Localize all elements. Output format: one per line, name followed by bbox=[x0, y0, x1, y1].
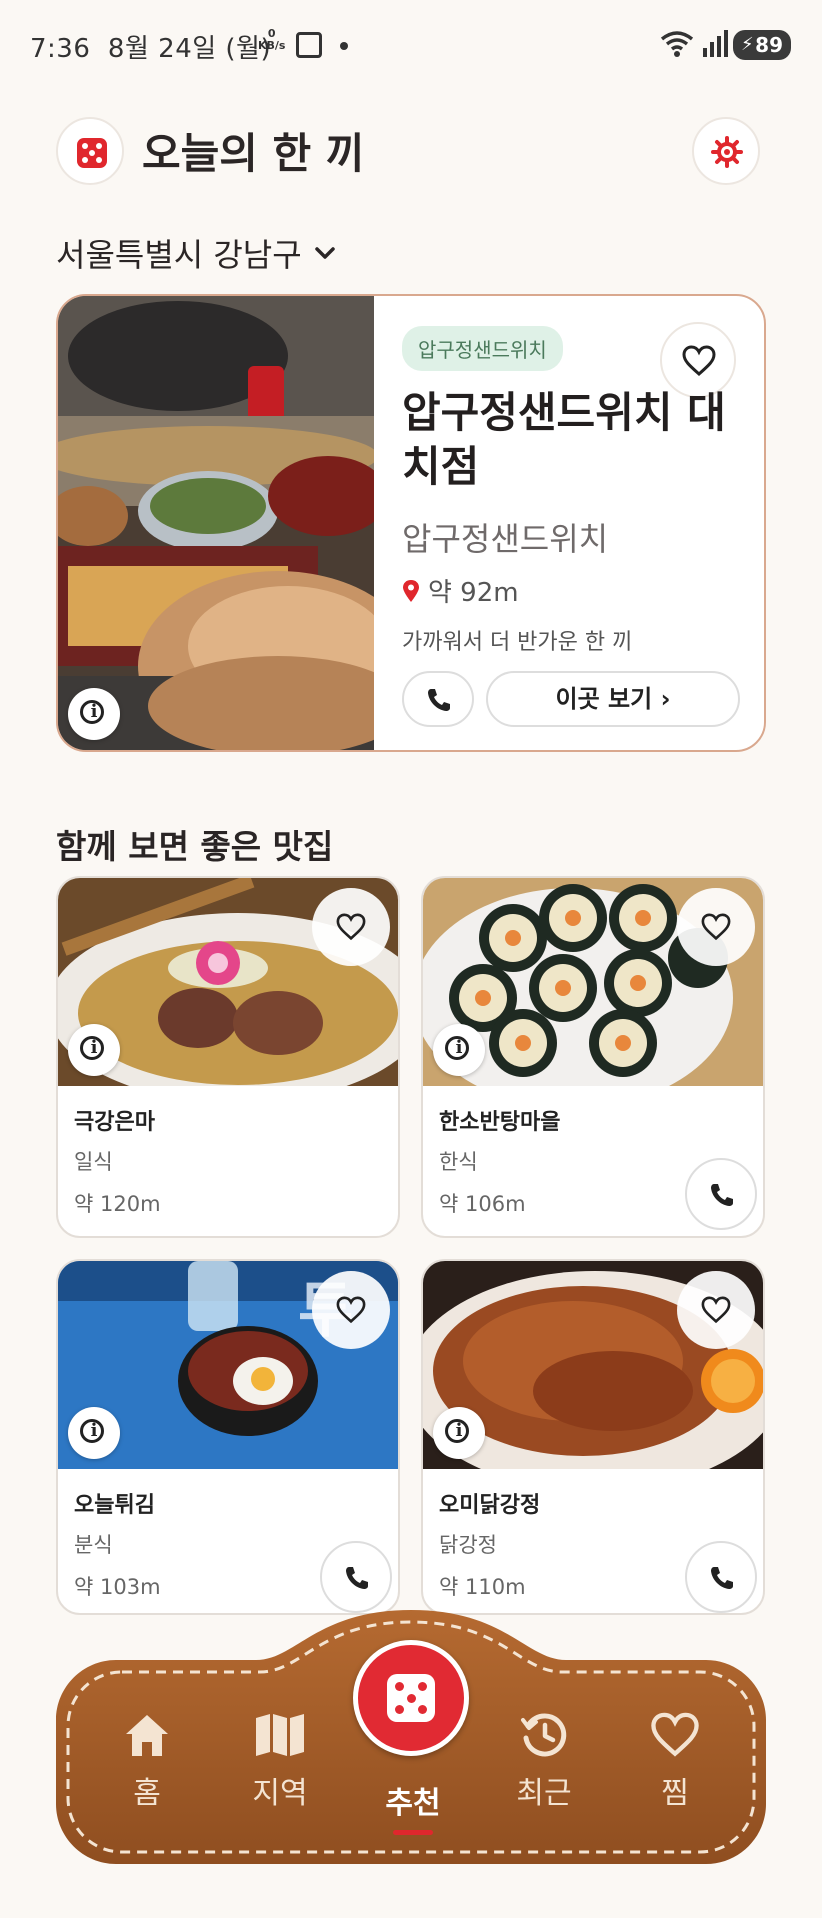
card-category: 분식 bbox=[74, 1533, 113, 1557]
active-tab-indicator bbox=[393, 1830, 433, 1835]
notification-dot-icon bbox=[340, 42, 348, 50]
featured-restaurant-card[interactable]: i 압구정샌드위치 압구정샌드위치 대치점 압구정샌드위치 약 92m 가까워서… bbox=[56, 294, 766, 752]
photo-info-button[interactable]: i bbox=[68, 1407, 120, 1459]
heart-icon bbox=[701, 1296, 731, 1324]
calendar-icon bbox=[296, 32, 322, 58]
info-icon: i bbox=[90, 701, 98, 722]
photo-info-button[interactable]: i bbox=[68, 1024, 120, 1076]
favorite-button[interactable] bbox=[312, 1271, 390, 1349]
random-dice-button[interactable] bbox=[56, 117, 124, 185]
featured-photo: i bbox=[58, 296, 374, 750]
location-selector[interactable]: 서울특별시 강남구 bbox=[56, 230, 336, 276]
photo-info-button[interactable]: i bbox=[433, 1024, 485, 1076]
photo-info-button[interactable]: i bbox=[433, 1407, 485, 1459]
nav-home[interactable]: 홈 bbox=[97, 1712, 197, 1812]
card-name: 한소반탕마을 bbox=[439, 1110, 561, 1135]
history-icon bbox=[521, 1713, 567, 1757]
restaurant-card[interactable]: i 한소반탕마을 한식 약 106m bbox=[421, 876, 765, 1238]
call-button[interactable] bbox=[685, 1541, 757, 1613]
dice-icon bbox=[77, 138, 107, 168]
battery-indicator: ⚡ 89 bbox=[733, 30, 791, 60]
app-title: 오늘의 한 끼 bbox=[142, 129, 365, 178]
home-icon bbox=[126, 1715, 168, 1756]
card-distance: 약 120m bbox=[74, 1192, 161, 1216]
chevron-down-icon bbox=[314, 247, 335, 259]
favorite-button[interactable] bbox=[677, 888, 755, 966]
signal-icon bbox=[703, 30, 728, 57]
dice-icon bbox=[387, 1674, 435, 1722]
phone-icon bbox=[428, 689, 450, 711]
heart-icon bbox=[701, 913, 731, 941]
card-category: 닭강정 bbox=[439, 1533, 497, 1557]
restaurant-card[interactable]: i 오미닭강정 닭강정 약 110m bbox=[421, 1259, 765, 1615]
call-button[interactable] bbox=[685, 1158, 757, 1230]
featured-tag: 압구정샌드위치 bbox=[402, 326, 563, 371]
nav-recommend[interactable]: 추천 bbox=[363, 1778, 463, 1822]
location-label: 서울특별시 강남구 bbox=[56, 236, 302, 274]
nav-favorites[interactable]: 찜 bbox=[625, 1712, 725, 1812]
call-button[interactable] bbox=[320, 1541, 392, 1613]
card-distance: 약 103m bbox=[74, 1575, 161, 1599]
view-place-button[interactable]: 이곳 보기 › bbox=[486, 671, 740, 727]
gear-icon bbox=[711, 136, 743, 168]
favorite-button[interactable] bbox=[677, 1271, 755, 1349]
card-distance: 약 110m bbox=[439, 1575, 526, 1599]
restaurant-card[interactable]: 투 i 오늘튀김 분식 약 103m bbox=[56, 1259, 400, 1615]
section-title: 함께 보면 좋은 맛집 bbox=[56, 827, 334, 866]
card-distance: 약 106m bbox=[439, 1192, 526, 1216]
phone-icon bbox=[711, 1184, 733, 1206]
info-icon: i bbox=[90, 1420, 98, 1441]
featured-note: 가까워서 더 반가운 한 끼 bbox=[402, 630, 633, 655]
net-speed: 0 KB/s bbox=[258, 27, 286, 52]
phone-icon bbox=[711, 1567, 733, 1589]
restaurant-card[interactable]: i 극강은마 일식 약 120m bbox=[56, 876, 400, 1238]
wifi-icon bbox=[660, 31, 694, 57]
card-name: 오늘튀김 bbox=[74, 1493, 155, 1518]
chevron-right-icon: › bbox=[660, 685, 671, 713]
status-bar: 7:36 8월 24일 (월) 0 KB/s ⚡ 89 bbox=[0, 0, 822, 92]
nav-recommend-dice-button[interactable] bbox=[353, 1640, 469, 1756]
nav-recent[interactable]: 최근 bbox=[494, 1712, 594, 1812]
favorite-button[interactable] bbox=[312, 888, 390, 966]
heart-icon bbox=[682, 345, 716, 377]
info-icon: i bbox=[90, 1037, 98, 1058]
heart-icon bbox=[336, 1296, 366, 1324]
map-icon bbox=[256, 1714, 304, 1756]
card-category: 일식 bbox=[74, 1150, 113, 1174]
info-icon: i bbox=[455, 1037, 463, 1058]
featured-name: 압구정샌드위치 대치점 bbox=[402, 388, 726, 491]
heart-icon bbox=[336, 913, 366, 941]
photo-info-button[interactable]: i bbox=[68, 688, 120, 740]
card-name: 극강은마 bbox=[74, 1110, 155, 1135]
phone-icon bbox=[346, 1567, 368, 1589]
featured-distance: 약 92m bbox=[402, 572, 519, 609]
status-time: 7:36 8월 24일 (월) bbox=[30, 34, 272, 64]
featured-brand: 압구정샌드위치 bbox=[402, 520, 609, 558]
card-name: 오미닭강정 bbox=[439, 1493, 541, 1518]
call-button[interactable] bbox=[402, 671, 474, 727]
heart-icon bbox=[651, 1712, 699, 1757]
nav-region[interactable]: 지역 bbox=[230, 1712, 330, 1812]
charging-bolt-icon: ⚡ bbox=[741, 34, 754, 55]
settings-button[interactable] bbox=[692, 117, 760, 185]
location-pin-icon bbox=[403, 579, 419, 602]
info-icon: i bbox=[455, 1420, 463, 1441]
card-category: 한식 bbox=[439, 1150, 478, 1174]
